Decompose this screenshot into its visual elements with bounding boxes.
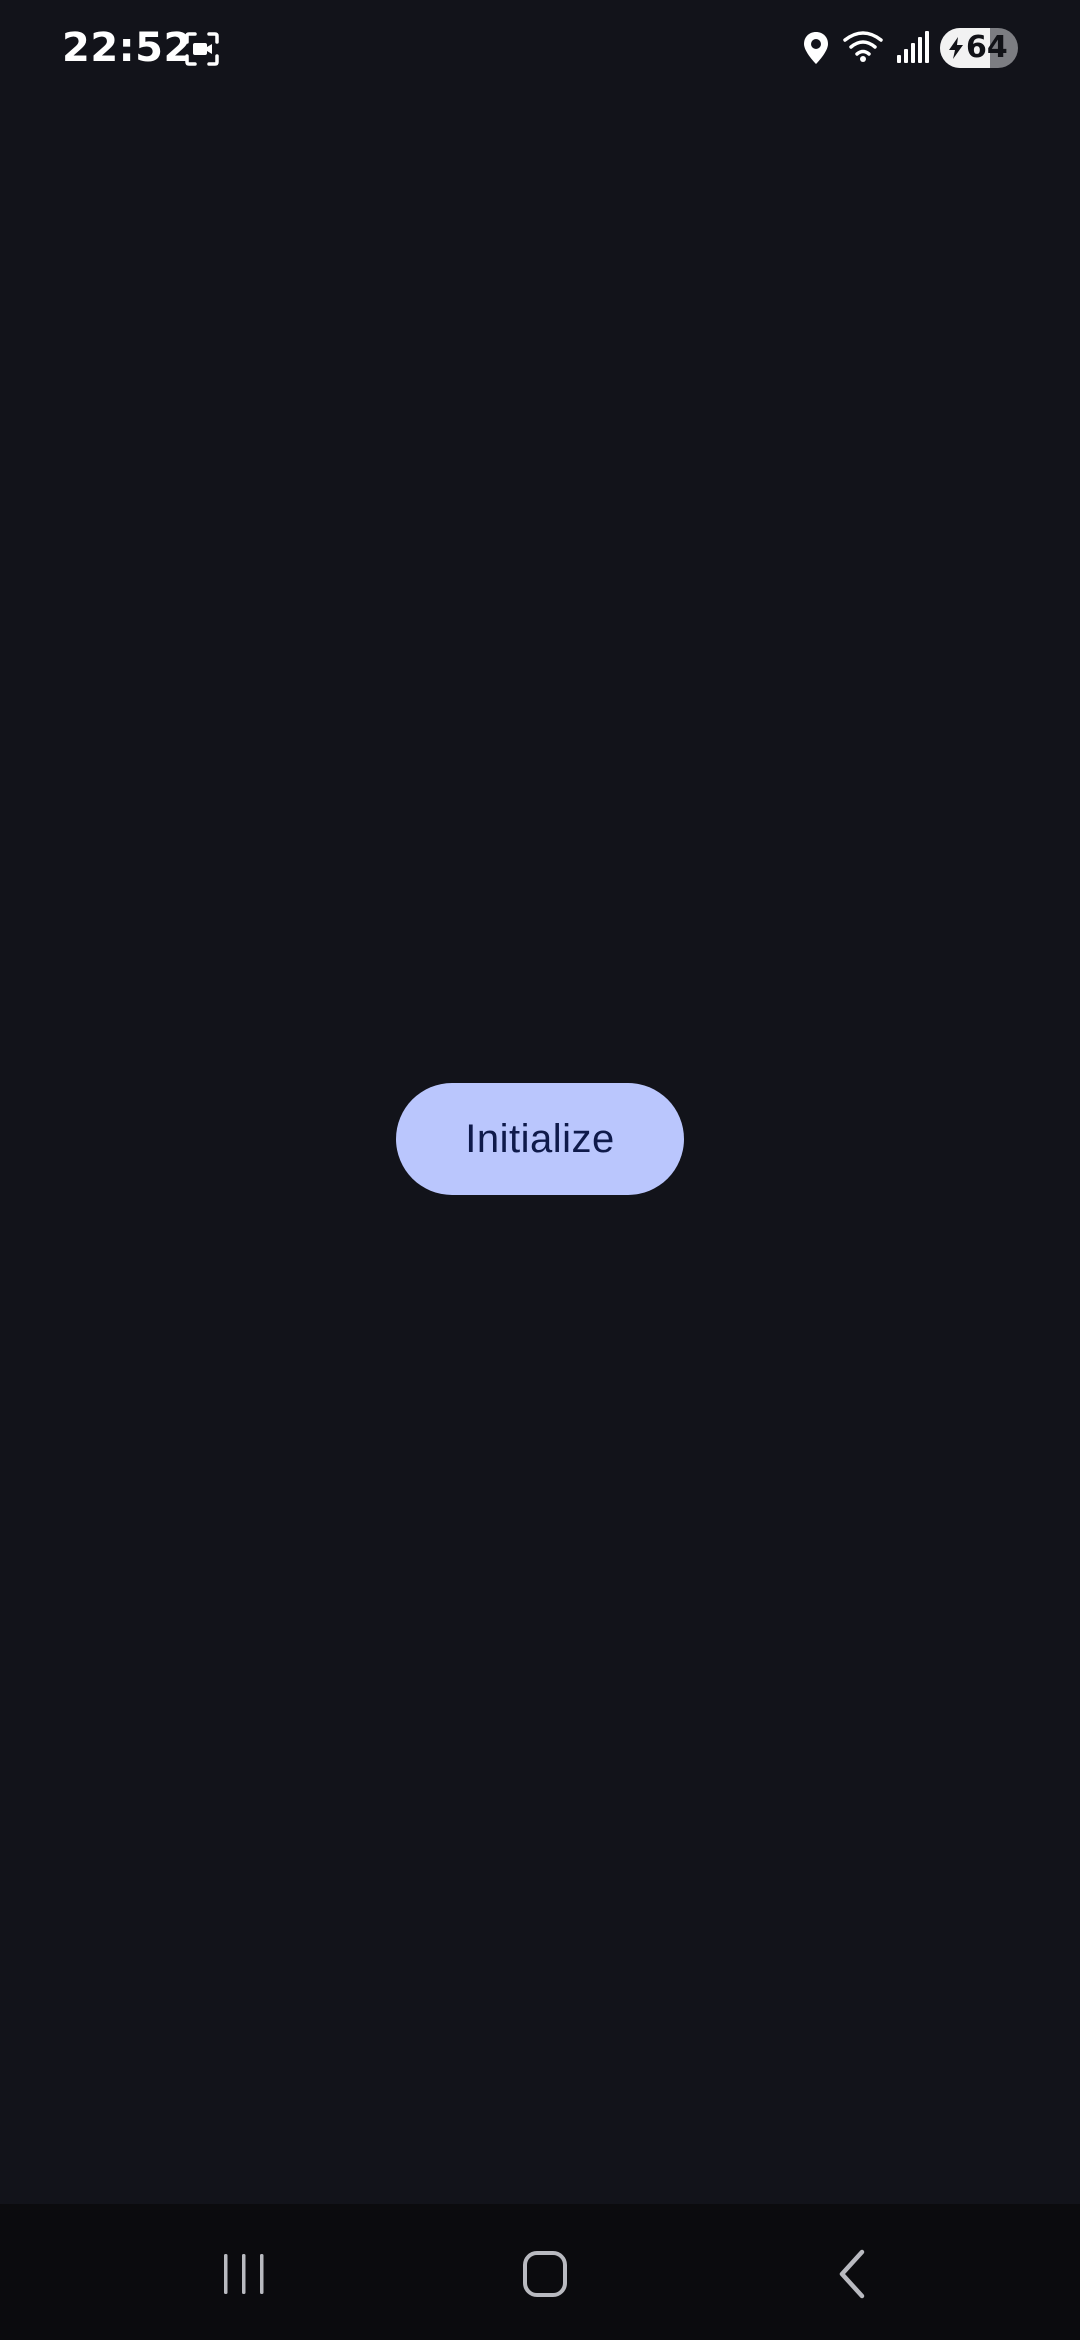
status-time: 22:52 [62,25,192,71]
screen-record-icon [184,31,220,67]
signal-icon [896,30,930,64]
initialize-button[interactable]: Initialize [396,1083,684,1195]
recents-icon[interactable] [212,2246,276,2302]
status-bar: 22:52 64 [0,0,1080,96]
navigation-bar [0,2204,1080,2340]
battery-icon: 64 [940,28,1018,68]
back-icon[interactable] [820,2244,880,2304]
location-icon [802,30,830,66]
home-icon[interactable] [516,2244,576,2304]
wifi-icon [842,28,884,64]
battery-level: 64 [966,30,1008,65]
charging-bolt-icon [948,37,964,59]
